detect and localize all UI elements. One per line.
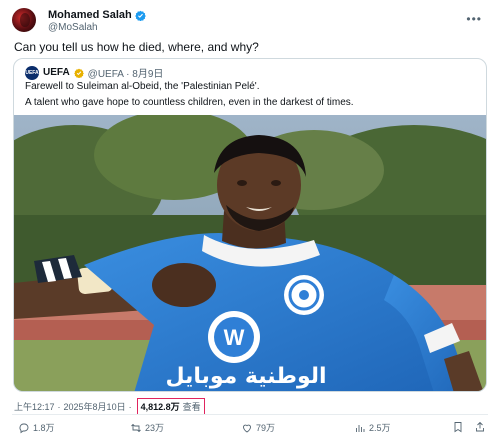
share-button[interactable] [474, 421, 486, 433]
share-icon [476, 421, 484, 432]
quote-text-line2: A talent who gave hope to countless chil… [25, 97, 354, 108]
author-handle[interactable]: @MoSalah [48, 22, 98, 33]
quote-photo[interactable]: W الوطنية موبايل [14, 115, 486, 391]
quoted-tweet[interactable]: UEFA UEFA @UEFA · 8月9日 Farewell to Sulei… [13, 58, 487, 392]
like-count: 79万 [256, 423, 276, 433]
views-icon [356, 424, 365, 432]
views-button[interactable]: 2.5万 [354, 421, 391, 434]
tweet-date[interactable]: 2025年8月10日 [64, 400, 126, 413]
reply-icon [19, 423, 29, 433]
jersey-sponsor-text: الوطنية موبايل [165, 364, 326, 389]
author-avatar[interactable] [12, 8, 36, 32]
views-count: 4,812.8万 [140, 402, 180, 412]
views-highlight-box: 4,812.8万 查看 [136, 398, 205, 415]
retweet-count: 23万 [145, 423, 165, 433]
tweet-time[interactable]: 上午12:17 [14, 400, 55, 413]
meta-separator: · [57, 401, 61, 412]
quote-text-line1: Farewell to Suleiman al-Obeid, the 'Pale… [25, 81, 260, 92]
quote-handle-date: @UEFA · 8月9日 [87, 69, 164, 80]
views-label: 查看 [182, 402, 201, 412]
uefa-avatar: UEFA [25, 65, 39, 80]
bookmark-icon [454, 422, 462, 433]
quote-header: UEFA UEFA @UEFA · 8月9日 [25, 65, 163, 80]
meta-separator: · [128, 401, 132, 412]
author-name-row: Mohamed Salah [48, 9, 146, 21]
action-divider [12, 414, 488, 415]
action-bar: 1.8万 23万 79万 2.5万 [14, 421, 486, 437]
sponsor-logo-letter: W [224, 325, 245, 350]
like-button[interactable]: 79万 [241, 421, 275, 434]
views-action-count: 2.5万 [369, 423, 391, 433]
verified-badge-icon [73, 68, 84, 78]
more-icon[interactable]: ••• [466, 12, 482, 26]
retweet-icon [131, 423, 141, 432]
like-icon [243, 424, 251, 433]
tweet-header: Mohamed Salah @MoSalah ••• [12, 8, 488, 36]
quote-author-name: UEFA [43, 67, 70, 78]
tweet-text: Can you tell us how he died, where, and … [14, 40, 259, 54]
tweet-meta: 上午12:17 · 2025年8月10日 · 4,812.8万 查看 [14, 398, 205, 415]
verified-badge-icon [134, 10, 146, 21]
reply-count: 1.8万 [33, 423, 55, 433]
retweet-button[interactable]: 23万 [130, 421, 164, 434]
player-photo-illustration: W الوطنية موبايل [14, 115, 486, 391]
reply-button[interactable]: 1.8万 [18, 421, 55, 434]
author-name[interactable]: Mohamed Salah [48, 9, 132, 21]
bookmark-button[interactable] [452, 421, 464, 433]
